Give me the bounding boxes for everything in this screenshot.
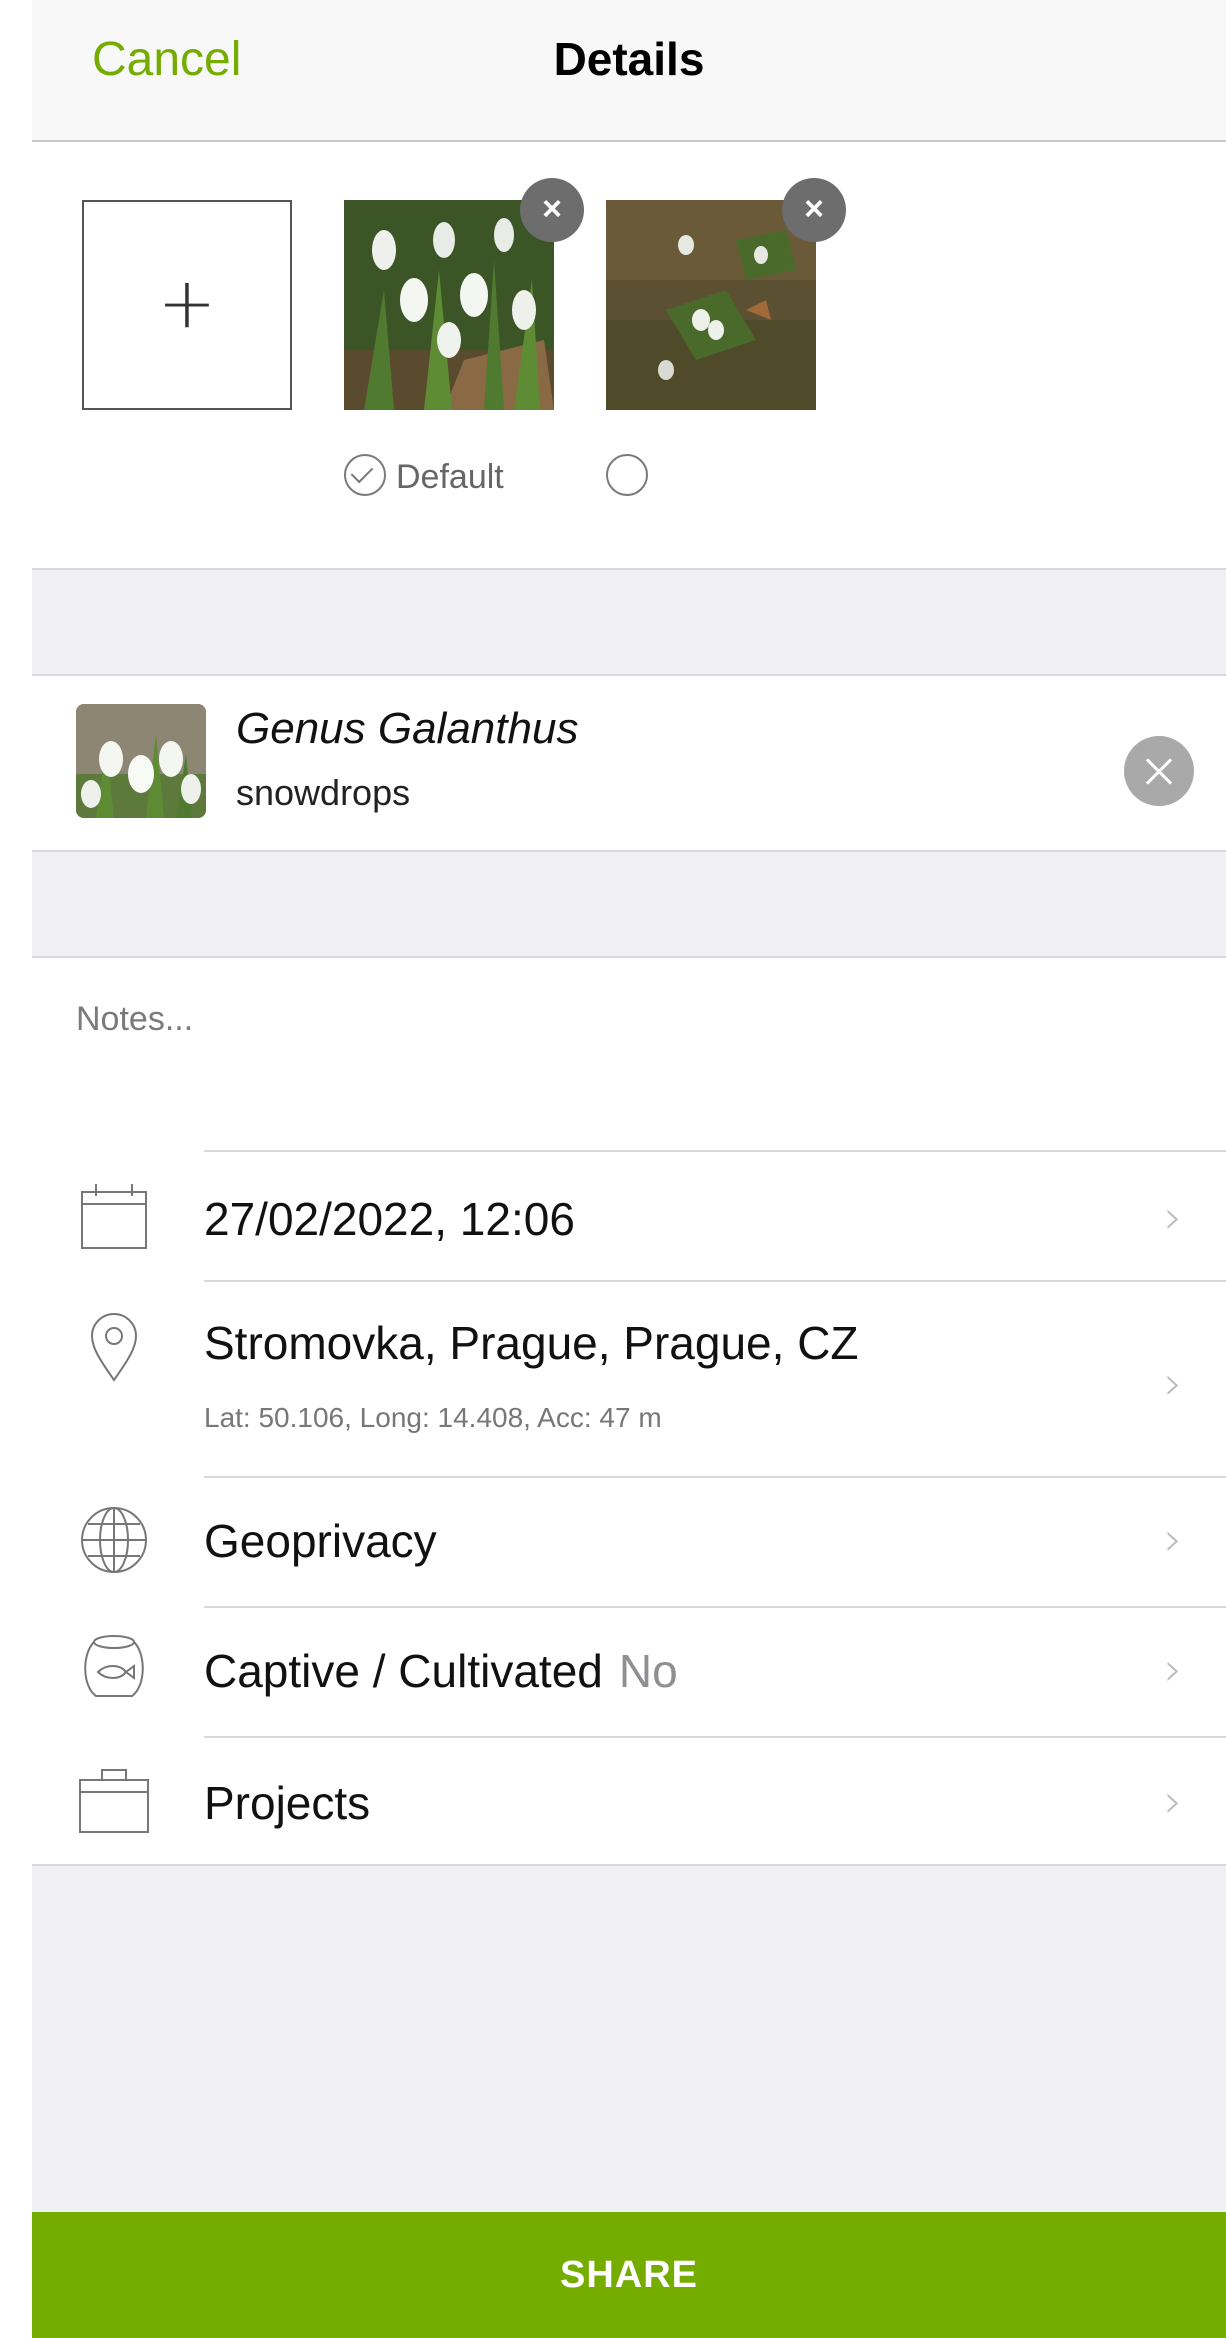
bottom-spacer: [32, 1866, 1226, 2212]
row-separator: [204, 1736, 1226, 1738]
notes-input[interactable]: [32, 960, 1226, 1150]
taxon-common-name: snowdrops: [236, 772, 411, 813]
left-margin: [0, 0, 32, 2338]
projects-row[interactable]: Projects ›: [32, 1736, 1226, 1866]
section-spacer: [32, 570, 1226, 676]
row-separator: [204, 1280, 1226, 1282]
map-pin-icon: [90, 1313, 138, 1382]
row-separator: [204, 1606, 1226, 1608]
geoprivacy-label: Geoprivacy: [204, 1515, 437, 1567]
chevron-right-icon: ›: [1164, 1512, 1183, 1566]
date-row[interactable]: 27/02/2022, 12:06 ›: [32, 1150, 1226, 1280]
captive-cultivated-row[interactable]: Captive / Cultivated No ›: [32, 1606, 1226, 1736]
checkmark-icon: [350, 460, 374, 484]
add-photo-button[interactable]: +: [82, 200, 292, 410]
taxon-scientific-name: Genus Galanthus: [236, 704, 579, 753]
date-label: 27/02/2022, 12:06: [204, 1193, 575, 1245]
captive-label-text: Captive / Cultivated: [204, 1645, 603, 1697]
projects-label: Projects: [204, 1777, 371, 1829]
captive-value: No: [618, 1645, 678, 1697]
geoprivacy-row[interactable]: Geoprivacy ›: [32, 1476, 1226, 1606]
photos-section: + × × Default: [32, 142, 1226, 570]
location-coordinates: Lat: 50.106, Long: 14.408, Acc: 47 m: [204, 1402, 662, 1433]
default-photo-radio-2[interactable]: [606, 454, 648, 496]
row-separator: [204, 1476, 1226, 1478]
captive-cultivated-label: Captive / Cultivated No: [204, 1644, 678, 1698]
remove-photo-1-button[interactable]: ×: [520, 178, 584, 242]
globe-icon: [81, 1507, 147, 1573]
calendar-icon: [81, 1184, 147, 1249]
default-photo-label: Default: [396, 458, 504, 496]
page-title: Details: [553, 33, 705, 85]
location-label: Stromovka, Prague, Prague, CZ: [204, 1317, 859, 1369]
location-row[interactable]: Stromovka, Prague, Prague, CZ Lat: 50.10…: [32, 1280, 1226, 1476]
photo-thumbnail-2[interactable]: [606, 200, 816, 410]
chevron-right-icon: ›: [1164, 1190, 1183, 1244]
default-photo-radio-1[interactable]: [344, 454, 386, 496]
remove-photo-2-button[interactable]: ×: [782, 178, 846, 242]
snowdrop-photo-2: [606, 200, 816, 410]
chevron-right-icon: ›: [1164, 1356, 1183, 1410]
taxon-thumbnail: [76, 704, 206, 818]
content-column: Cancel Details + × × Default Genus Galan…: [32, 0, 1226, 2338]
chevron-right-icon: ›: [1164, 1642, 1183, 1696]
plus-icon: +: [157, 262, 217, 344]
fishbowl-icon: [84, 1635, 144, 1697]
row-separator: [204, 1150, 1226, 1152]
section-spacer: [32, 852, 1226, 958]
clear-taxon-icon[interactable]: [1124, 736, 1194, 806]
snowdrop-photo-1: [344, 200, 554, 410]
observation-details-screen: Cancel Details + × × Default Genus Galan…: [0, 0, 1226, 2338]
photo-thumbnail-1[interactable]: [344, 200, 554, 410]
chevron-right-icon: ›: [1164, 1774, 1183, 1828]
snowdrop-taxon-photo: [76, 704, 206, 818]
navigation-bar: Cancel Details: [32, 0, 1226, 142]
share-button[interactable]: SHARE: [32, 2212, 1226, 2338]
taxon-row[interactable]: Genus Galanthus snowdrops: [32, 678, 1226, 852]
briefcase-icon: [79, 1769, 149, 1833]
